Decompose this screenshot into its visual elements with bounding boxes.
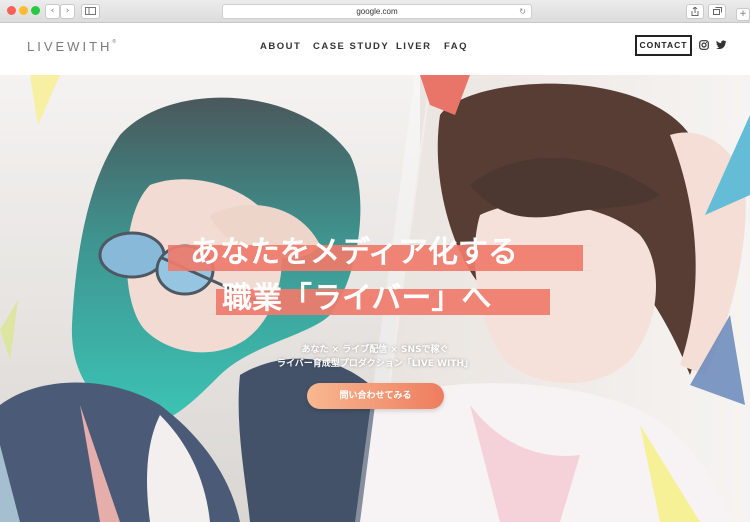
instagram-icon[interactable] <box>699 40 709 53</box>
reload-icon[interactable]: ↻ <box>519 5 526 18</box>
sidebar-icon <box>85 7 96 15</box>
nav-faq[interactable]: FAQ <box>444 41 468 52</box>
minimize-window-button[interactable] <box>19 6 28 15</box>
nav-case-study[interactable]: CASE STUDY <box>313 41 389 52</box>
site-logo[interactable]: LIVEWITH® <box>27 39 116 54</box>
sidebar-toggle-button[interactable] <box>81 4 100 19</box>
maximize-window-button[interactable] <box>31 6 40 15</box>
contact-button[interactable]: CONTACT <box>635 35 692 56</box>
twitter-icon[interactable] <box>716 40 727 53</box>
back-button[interactable]: ‹ <box>45 4 60 19</box>
logo-trademark: ® <box>112 39 117 45</box>
hero-headline-line-1: あなたをメディア化する <box>190 235 518 270</box>
browser-chrome: ‹ › google.com ↻ + <box>0 0 750 23</box>
share-button[interactable] <box>686 4 704 19</box>
hero-subtitle-line-1: あなた × ライブ配信 × SNSで稼ぐ <box>301 345 449 355</box>
new-tab-button[interactable]: + <box>736 8 750 21</box>
tabs-icon <box>712 7 722 15</box>
share-icon <box>691 6 699 16</box>
site-header: LIVEWITH® ABOUT CASE STUDY LIVER FAQ CON… <box>0 23 750 75</box>
tabs-button[interactable] <box>708 4 726 19</box>
hero-section: あなたをメディア化する 職業「ライバー」へ あなた × ライブ配信 × SNSで… <box>0 75 750 522</box>
address-bar[interactable]: google.com ↻ <box>222 4 532 19</box>
hero-subtitle-line-2: ライバー育成型プロダクション「LIVE WITH」 <box>276 359 474 369</box>
close-window-button[interactable] <box>7 6 16 15</box>
hero-headline-line-2: 職業「ライバー」へ <box>222 281 492 316</box>
inquiry-button[interactable]: 問い合わせてみる <box>307 383 444 409</box>
forward-button[interactable]: › <box>60 4 75 19</box>
logo-text: LIVEWITH <box>27 39 113 54</box>
nav-about[interactable]: ABOUT <box>260 41 301 52</box>
nav-liver[interactable]: LIVER <box>396 41 431 52</box>
url-text: google.com <box>356 7 398 16</box>
